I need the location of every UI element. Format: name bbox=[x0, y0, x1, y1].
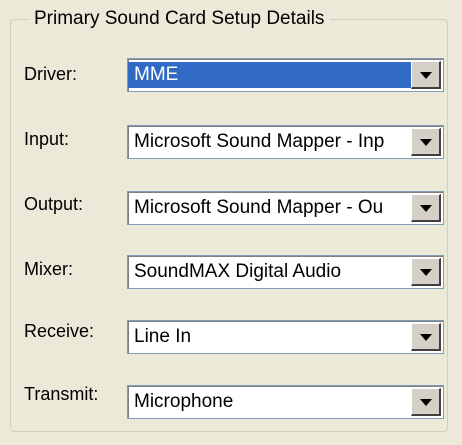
mixer-dropdown[interactable]: SoundMAX Digital Audio bbox=[127, 255, 444, 289]
group-title: Primary Sound Card Setup Details bbox=[28, 8, 331, 30]
input-dropdown[interactable]: Microsoft Sound Mapper - Inp bbox=[127, 125, 444, 159]
receive-dropdown-button[interactable] bbox=[411, 323, 441, 351]
transmit-dropdown-value: Microphone bbox=[134, 391, 234, 412]
receive-dropdown-value: Line In bbox=[134, 326, 192, 347]
input-dropdown-value: Microsoft Sound Mapper - Inp bbox=[134, 131, 385, 152]
mixer-dropdown-value: SoundMAX Digital Audio bbox=[134, 261, 342, 282]
driver-dropdown-value: MME bbox=[128, 62, 414, 88]
mixer-dropdown-button[interactable] bbox=[411, 258, 441, 286]
driver-dropdown-button[interactable] bbox=[411, 61, 441, 89]
chevron-down-icon bbox=[419, 333, 432, 341]
sound-card-setup-panel: Primary Sound Card Setup Details Driver:… bbox=[0, 0, 462, 445]
output-label: Output: bbox=[24, 194, 84, 214]
driver-label: Driver: bbox=[24, 64, 77, 84]
chevron-down-icon bbox=[419, 138, 432, 146]
output-dropdown-value: Microsoft Sound Mapper - Ou bbox=[134, 197, 384, 218]
transmit-dropdown[interactable]: Microphone bbox=[127, 385, 444, 419]
output-dropdown-button[interactable] bbox=[411, 194, 441, 222]
chevron-down-icon bbox=[419, 268, 432, 276]
transmit-label: Transmit: bbox=[24, 384, 99, 404]
input-dropdown-button[interactable] bbox=[411, 128, 441, 156]
driver-dropdown[interactable]: MME bbox=[127, 58, 444, 92]
receive-label: Receive: bbox=[24, 321, 95, 341]
chevron-down-icon bbox=[419, 71, 432, 79]
receive-dropdown[interactable]: Line In bbox=[127, 320, 444, 354]
chevron-down-icon bbox=[419, 204, 432, 212]
transmit-dropdown-button[interactable] bbox=[411, 388, 441, 416]
output-dropdown[interactable]: Microsoft Sound Mapper - Ou bbox=[127, 191, 444, 225]
input-label: Input: bbox=[24, 129, 70, 149]
chevron-down-icon bbox=[419, 398, 432, 406]
mixer-label: Mixer: bbox=[24, 259, 73, 279]
